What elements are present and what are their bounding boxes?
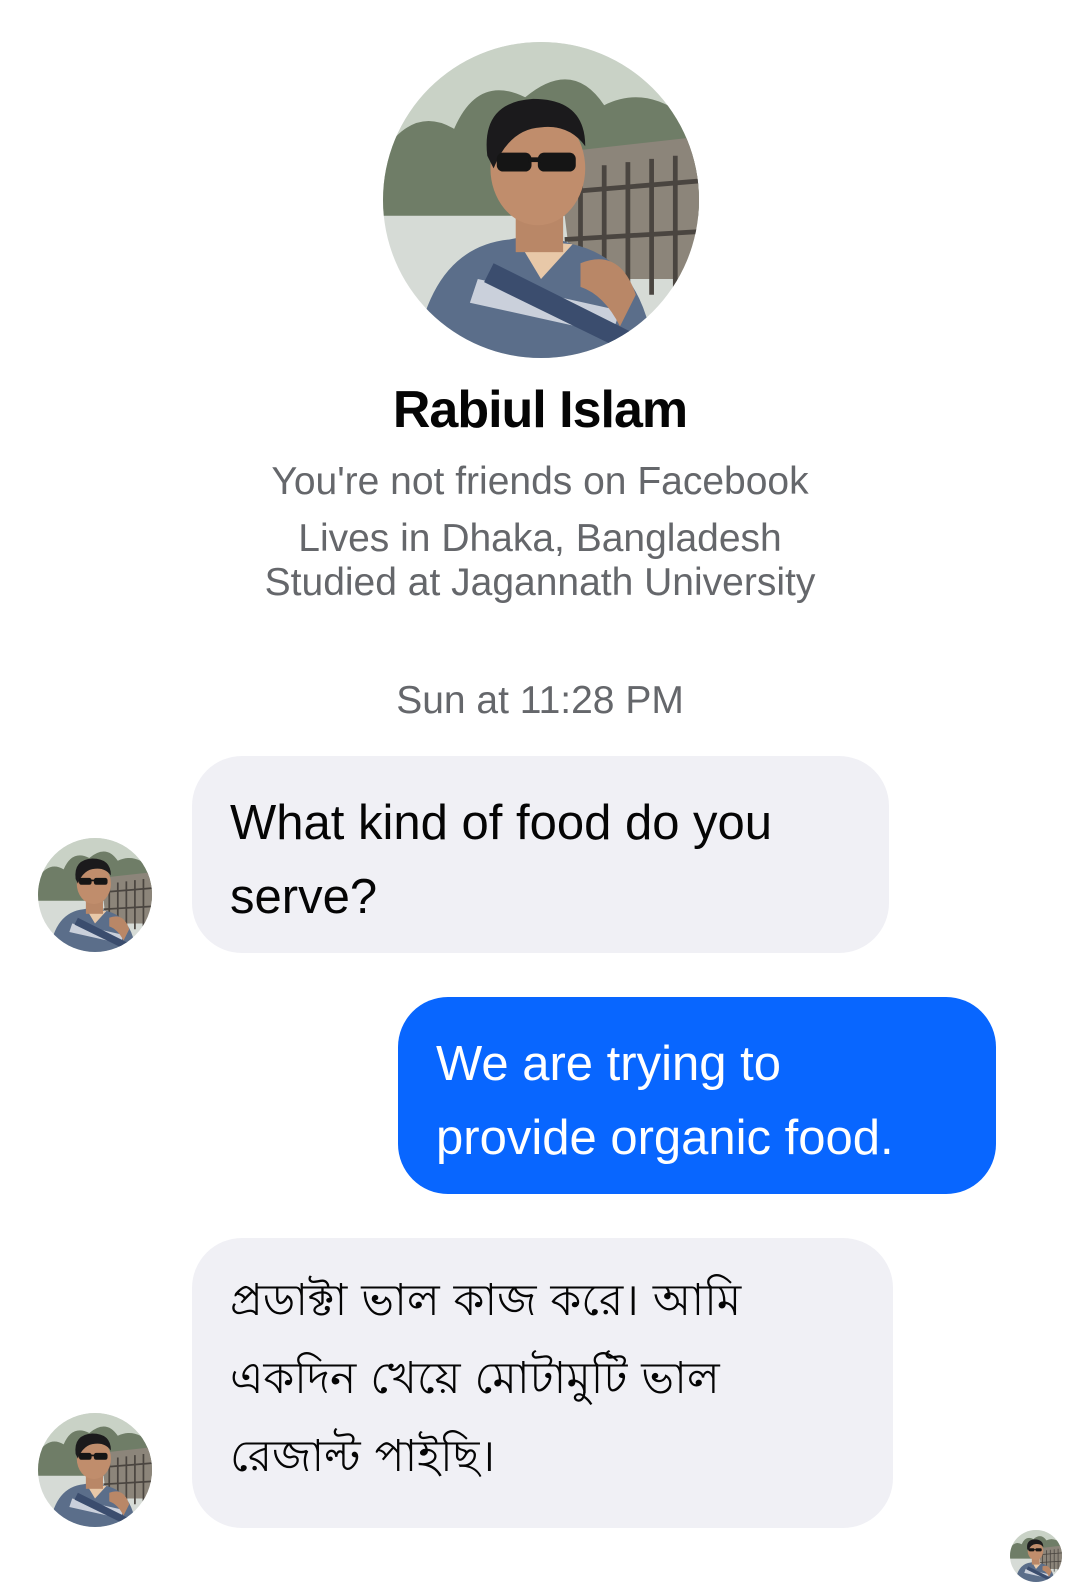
message-text-line: serve? [230,870,378,924]
sender-avatar[interactable] [38,1413,152,1527]
message-timestamp: Sun at 11:28 PM [396,679,684,722]
profile-education: Studied at Jagannath University [264,561,816,604]
message-bubble-incoming[interactable]: What kind of food do you serve? [192,756,889,953]
message-text-line: রেজাল্ট পাইছি। [230,1431,496,1482]
message-text-line: প্রডাক্টা ভাল কাজ করে। আমি [230,1275,742,1326]
message-bubble-outgoing[interactable]: We are trying to provide organic food. [398,997,996,1194]
profile-name[interactable]: Rabiul Islam [0,380,1080,440]
message-bubble-incoming[interactable]: প্রডাক্টা ভাল কাজ করে। আমি একদিন খেয়ে ম… [192,1238,893,1528]
profile-photo[interactable] [383,42,699,358]
message-text-line: একদিন খেয়ে মোটামুটি ভাল [230,1353,720,1404]
message-text-line: We are trying to [436,1037,781,1091]
profile-location: Lives in Dhaka, Bangladesh [298,517,782,560]
read-receipt-avatar [1010,1530,1062,1582]
sender-avatar[interactable] [38,838,152,952]
friend-status: You're not friends on Facebook [271,460,809,503]
message-text-line: What kind of food do you [230,796,773,850]
message-text-line: provide organic food. [436,1111,894,1165]
